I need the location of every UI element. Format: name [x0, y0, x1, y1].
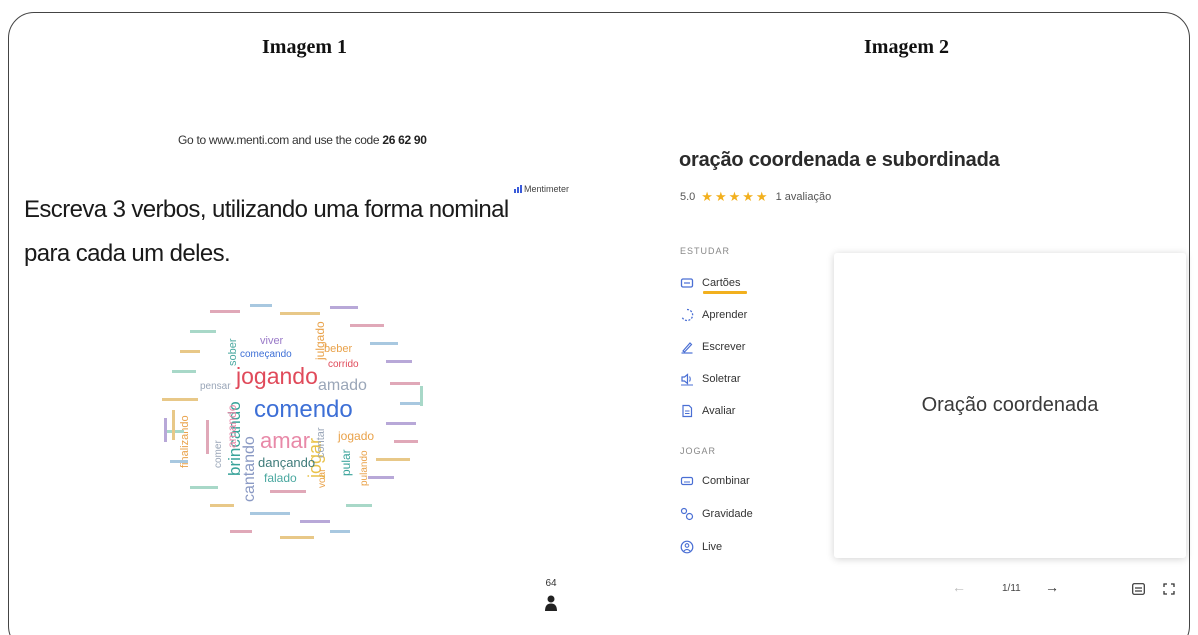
mode-label: Soletrar [702, 373, 741, 385]
person-icon [545, 595, 557, 611]
mode-aprender[interactable]: Aprender [680, 308, 747, 322]
previous-card-button[interactable]: ← [952, 579, 966, 595]
next-card-button[interactable]: → [1045, 579, 1059, 595]
mode-live[interactable]: Live [680, 540, 722, 554]
rating-count[interactable]: 1 avaliação [776, 191, 832, 203]
participant-count: 64 [540, 578, 562, 611]
image1-title: Imagem 1 [262, 36, 347, 58]
mode-label: Gravidade [702, 508, 753, 520]
mode-avaliar[interactable]: Avaliar [680, 404, 735, 418]
mode-combinar[interactable]: Combinar [680, 474, 750, 488]
keyboard-shortcuts-button[interactable] [1132, 582, 1145, 598]
study-section-label: ESTUDAR [680, 246, 731, 256]
cloud-filler [162, 304, 423, 539]
play-section-label: JOGAR [680, 446, 717, 456]
menti-join-instructions: Go to www.menti.com and use the code 26 … [178, 133, 427, 147]
card-counter: 1/11 [1002, 583, 1021, 594]
mode-label: Combinar [702, 475, 750, 487]
flashcard[interactable]: Oração coordenada [834, 253, 1186, 558]
mode-soletrar[interactable]: Soletrar [680, 372, 741, 386]
speaker-icon [681, 373, 693, 386]
set-title: oração coordenada e subordinada [679, 149, 1000, 171]
mode-cartoes[interactable]: Cartões [680, 276, 741, 290]
set-rating: 5.0 ★★★★★ 1 avaliação [680, 189, 831, 205]
mode-label: Escrever [702, 341, 746, 353]
live-icon [680, 540, 694, 554]
mode-gravidade[interactable]: Gravidade [680, 507, 753, 521]
pencil-icon [681, 342, 693, 354]
rating-value: 5.0 [680, 191, 696, 203]
mentimeter-logo-text: Mentimeter [524, 184, 570, 194]
menti-question: Escreva 3 verbos, utilizando uma forma n… [24, 196, 509, 267]
mode-label: Live [702, 541, 723, 553]
mode-label: Avaliar [702, 405, 736, 417]
mode-escrever[interactable]: Escrever [680, 340, 745, 354]
image2-title: Imagem 2 [864, 36, 949, 58]
flashcard-term: Oração coordenada [921, 394, 1099, 416]
menti-code: 26 62 90 [382, 133, 427, 147]
mode-label: Aprender [702, 309, 748, 321]
rating-stars: ★★★★★ [701, 189, 770, 204]
gravity-icon [680, 507, 694, 521]
fullscreen-icon [1163, 583, 1175, 595]
learn-icon [681, 308, 694, 322]
test-icon [682, 404, 693, 418]
menti-join-text: Go to www.menti.com and use the code [178, 133, 383, 147]
match-icon [680, 476, 694, 486]
fullscreen-button[interactable] [1163, 582, 1175, 598]
cards-icon [680, 278, 694, 288]
mode-label: Cartões [702, 277, 741, 289]
participant-count-value: 64 [545, 578, 557, 589]
active-mode-underline [703, 291, 747, 294]
keyboard-icon [1132, 583, 1145, 595]
word-cloud: comendo jogando amar brincando amado jog… [150, 290, 450, 550]
